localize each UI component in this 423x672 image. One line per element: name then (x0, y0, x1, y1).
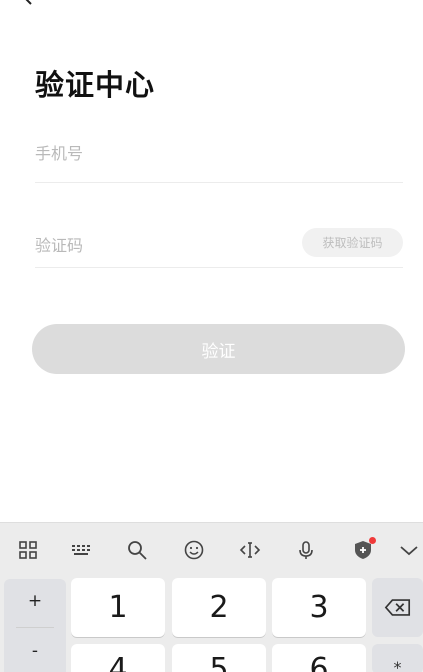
microphone-icon[interactable] (293, 537, 319, 563)
minus-key[interactable]: - (4, 641, 66, 661)
key-5[interactable]: 5 (172, 644, 266, 672)
plus-key[interactable]: + (4, 591, 66, 611)
emoji-icon[interactable] (181, 537, 207, 563)
key-6[interactable]: 6 (272, 644, 366, 672)
key-1[interactable]: 1 (71, 578, 165, 637)
security-shield-icon[interactable] (350, 537, 376, 563)
collapse-icon[interactable] (396, 537, 422, 563)
key-4[interactable]: 4 (71, 644, 165, 672)
phone-field-row (35, 130, 403, 183)
verify-button[interactable]: 验证 (32, 324, 405, 374)
notification-dot (369, 537, 376, 544)
grid-icon[interactable] (15, 537, 41, 563)
delete-key[interactable] (372, 578, 423, 637)
cursor-icon[interactable] (237, 537, 263, 563)
page-title: 验证中心 (35, 68, 156, 102)
divider (16, 627, 54, 628)
backspace-icon (384, 599, 410, 616)
back-arrow-icon (25, 0, 32, 5)
key-3[interactable]: 3 (272, 578, 366, 637)
key-2[interactable]: 2 (172, 578, 266, 637)
star-key[interactable]: * (372, 644, 423, 672)
get-code-button[interactable]: 获取验证码 (302, 228, 403, 257)
search-icon[interactable] (124, 537, 150, 563)
phone-input[interactable] (35, 140, 290, 166)
keyboard-toolbar (0, 523, 423, 578)
keyboard-icon[interactable] (68, 537, 94, 563)
back-button[interactable] (18, 0, 38, 6)
symbol-column: + - (4, 579, 66, 672)
verification-code-input[interactable] (35, 232, 290, 258)
code-field-row: 获取验证码 (35, 222, 403, 268)
